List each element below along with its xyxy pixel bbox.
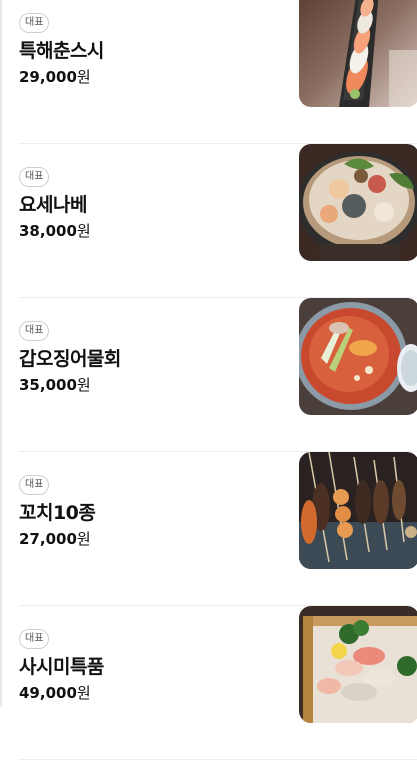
price-value: 27,000	[19, 530, 77, 548]
squid-cold-soup-picture	[299, 298, 417, 415]
skewers-picture	[299, 452, 417, 569]
signature-badge: 대표	[19, 13, 50, 33]
menu-item[interactable]: 대표 사시미특품 49,000원	[0, 606, 417, 760]
price-unit: 원	[76, 376, 91, 394]
menu-item[interactable]: 대표 갑오징어물회 35,000원	[0, 298, 417, 452]
signature-badge: 대표	[19, 475, 50, 495]
menu-item-price: 27,000원	[19, 529, 279, 549]
seafood-hotpot-picture	[299, 144, 417, 261]
price-unit: 원	[76, 530, 91, 548]
price-value: 35,000	[19, 376, 77, 394]
menu-item-info: 대표 갑오징어물회 35,000원	[19, 318, 279, 395]
menu-item-info: 대표 특해춘스시 29,000원	[19, 10, 279, 87]
signature-badge: 대표	[19, 629, 50, 649]
sashimi-platter-image[interactable]	[299, 606, 417, 723]
menu-list: 대표 특해춘스시 29,000원 대표 요세나베 38,000원 대표 갑오징어…	[0, 0, 417, 760]
price-unit: 원	[76, 68, 91, 86]
sushi-platter-picture	[299, 0, 417, 107]
menu-item-name: 갑오징어물회	[19, 348, 121, 370]
menu-item-name: 사시미특품	[19, 656, 104, 678]
price-value: 29,000	[19, 68, 77, 86]
price-unit: 원	[76, 684, 91, 702]
menu-item-name: 요세나베	[19, 194, 87, 216]
sushi-platter-image[interactable]	[299, 0, 417, 107]
signature-badge: 대표	[19, 167, 50, 187]
price-value: 38,000	[19, 222, 77, 240]
seafood-hotpot-image[interactable]	[299, 144, 417, 261]
menu-item[interactable]: 대표 꼬치10종 27,000원	[0, 452, 417, 606]
squid-cold-soup-image[interactable]	[299, 298, 417, 415]
menu-item-price: 49,000원	[19, 683, 279, 703]
sashimi-platter-picture	[299, 606, 417, 723]
menu-item-info: 대표 사시미특품 49,000원	[19, 626, 279, 703]
signature-badge: 대표	[19, 321, 50, 341]
menu-item[interactable]: 대표 요세나베 38,000원	[0, 144, 417, 298]
price-value: 49,000	[19, 684, 77, 702]
menu-item-info: 대표 꼬치10종 27,000원	[19, 472, 279, 549]
menu-item-price: 29,000원	[19, 67, 279, 87]
menu-item[interactable]: 대표 특해춘스시 29,000원	[0, 0, 417, 144]
menu-item-info: 대표 요세나베 38,000원	[19, 164, 279, 241]
menu-item-price: 35,000원	[19, 375, 279, 395]
menu-item-price: 38,000원	[19, 221, 279, 241]
skewers-image[interactable]	[299, 452, 417, 569]
price-unit: 원	[76, 222, 91, 240]
menu-item-name: 꼬치10종	[19, 502, 96, 524]
menu-item-name: 특해춘스시	[19, 40, 104, 62]
